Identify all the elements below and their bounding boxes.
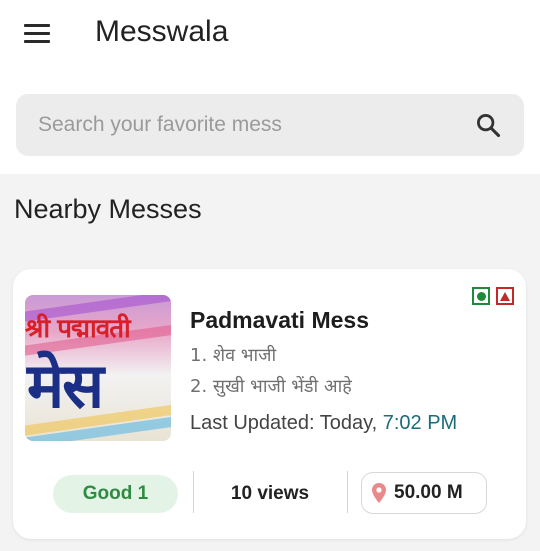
last-updated-label: Last Updated: Today, xyxy=(190,412,378,434)
rating-badge[interactable]: Good 1 xyxy=(53,475,178,513)
distance-value: 50.00 M xyxy=(394,482,463,503)
non-veg-badge-icon xyxy=(496,287,514,305)
mess-stats: Good 1 10 views 50.00 M xyxy=(13,469,526,517)
search-input[interactable] xyxy=(38,94,458,156)
app-bar: Messwala xyxy=(0,0,540,174)
thumbnail-title-text: श्री पद्मावती xyxy=(25,314,131,344)
search-bar[interactable] xyxy=(16,94,524,156)
last-updated: Last Updated: Today, 7:02 PM xyxy=(190,412,457,435)
menu-item: 1. शेव भाजी xyxy=(190,345,277,366)
mess-name: Padmavati Mess xyxy=(190,307,369,333)
app-title: Messwala xyxy=(95,15,229,48)
views-count: 10 views xyxy=(230,483,310,504)
menu-item: 2. सुखी भाजी भेंडी आहे xyxy=(190,376,352,397)
diet-badges xyxy=(472,287,514,305)
thumbnail-big-text: मेस xyxy=(27,349,104,422)
section-title: Nearby Messes xyxy=(14,194,202,224)
mess-thumbnail: श्री पद्मावती मेस xyxy=(25,295,171,441)
search-icon[interactable] xyxy=(474,111,502,139)
distance-badge[interactable]: 50.00 M xyxy=(361,472,487,514)
last-updated-time: 7:02 PM xyxy=(382,412,458,434)
divider xyxy=(193,471,194,513)
veg-badge-icon xyxy=(472,287,490,305)
mess-card[interactable]: श्री पद्मावती मेस Padmavati Mess 1. शेव … xyxy=(13,269,526,539)
divider xyxy=(347,471,348,513)
location-pin-icon xyxy=(372,483,386,503)
hamburger-menu-icon[interactable] xyxy=(18,18,56,48)
